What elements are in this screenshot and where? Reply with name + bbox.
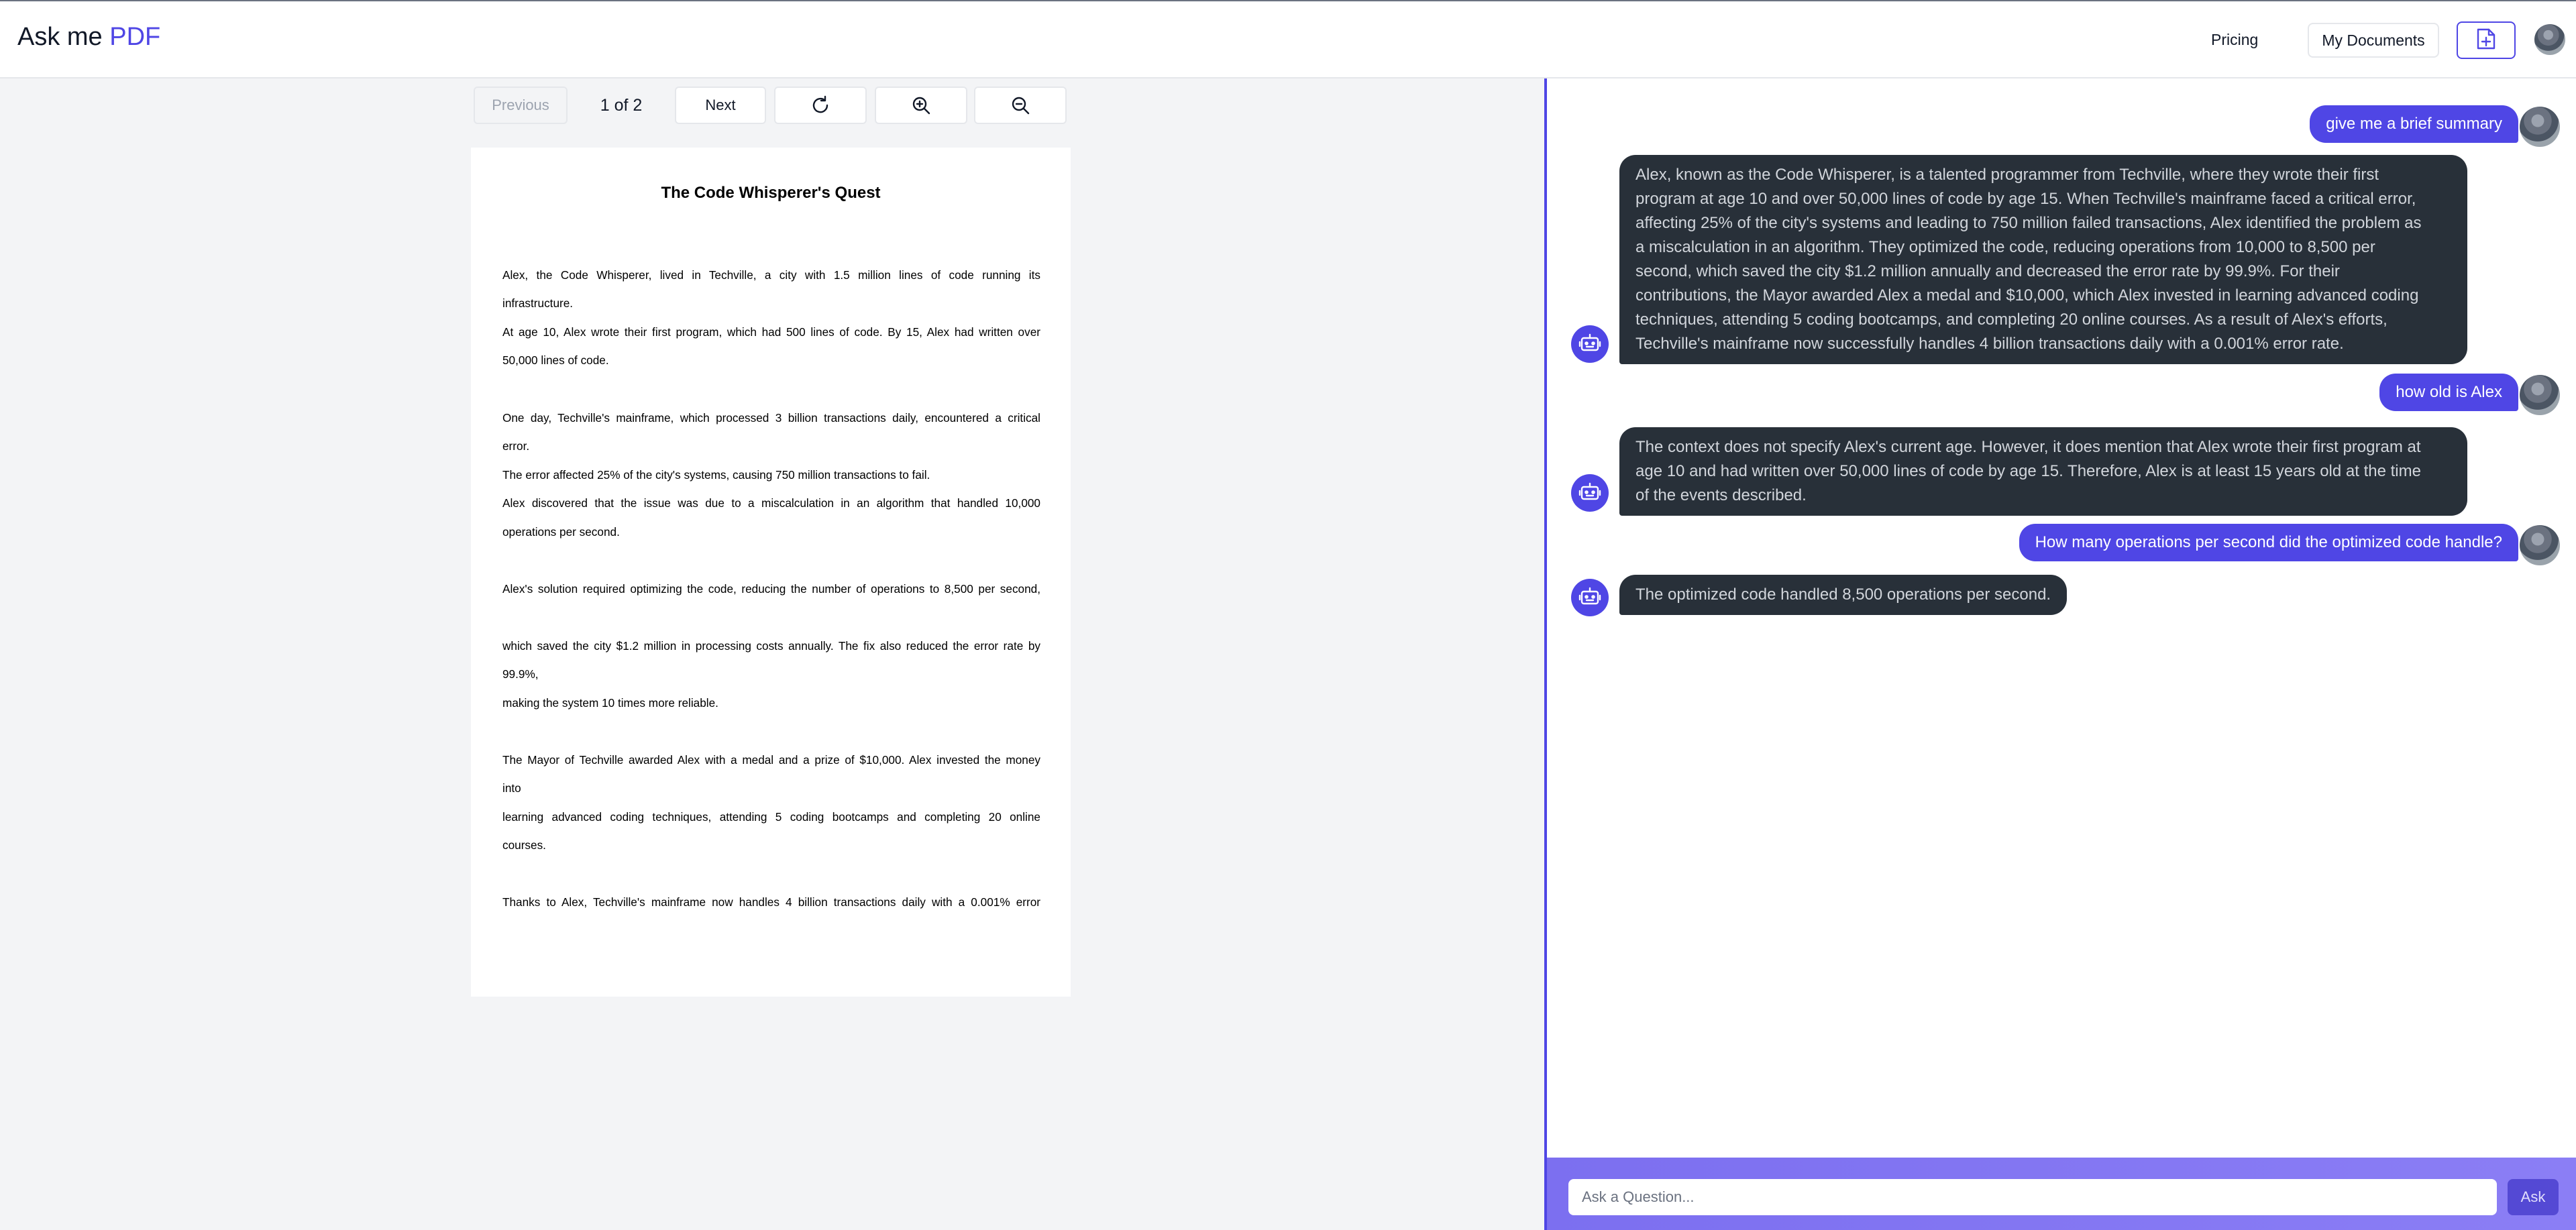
user-message: give me a brief summary xyxy=(2310,105,2518,143)
pdf-text-line: Thanks to Alex, Techville's mainframe no… xyxy=(502,895,1040,909)
bot-avatar xyxy=(1571,579,1609,616)
pdf-text-line: At age 10, Alex wrote their first progra… xyxy=(502,325,1040,339)
bot-message-line: techniques, attending 5 coding bootcamps… xyxy=(1635,311,2387,329)
bot-message-line: of the events described. xyxy=(1635,486,1807,504)
next-page-button[interactable]: Next xyxy=(675,87,766,124)
bot-avatar xyxy=(1571,325,1609,363)
upload-file-icon xyxy=(2476,27,2496,54)
robot-icon xyxy=(1578,333,1601,356)
pdf-text-line: The error affected 25% of the city's sys… xyxy=(502,468,930,482)
brand-prefix: Ask me xyxy=(17,23,103,51)
chat-input-bar: Ask xyxy=(1547,1158,2576,1230)
user-avatar[interactable] xyxy=(2534,24,2565,55)
bot-message-line: contributions, the Mayor awarded Alex a … xyxy=(1635,286,2419,304)
bot-avatar xyxy=(1571,474,1609,512)
user-avatar xyxy=(2520,107,2560,147)
app-logo[interactable]: Ask me PDF xyxy=(17,23,160,52)
pdf-text-line: One day, Techville's mainframe, which pr… xyxy=(502,411,1040,425)
zoom-out-button[interactable] xyxy=(974,87,1067,124)
bot-message: The context does not specify Alex's curr… xyxy=(1619,427,2467,516)
robot-icon xyxy=(1578,586,1601,610)
bot-message: The optimized code handled 8,500 operati… xyxy=(1619,575,2068,615)
brand-accent: PDF xyxy=(109,23,161,51)
pdf-text-line: into xyxy=(502,781,521,795)
page-indicator: 1 of 2 xyxy=(600,96,643,115)
bot-message: Alex, known as the Code Whisperer, is a … xyxy=(1619,155,2467,364)
pdf-title: The Code Whisperer's Quest xyxy=(661,184,881,202)
bot-message-line: Techville's mainframe now successfully h… xyxy=(1635,335,2344,353)
bot-message-line: second, which saved the city $1.2 millio… xyxy=(1635,262,2340,280)
question-input[interactable] xyxy=(1568,1179,2497,1215)
my-documents-button[interactable]: My Documents xyxy=(2308,23,2439,58)
pdf-text-line: Alex discovered that the issue was due t… xyxy=(502,496,1040,510)
pdf-text-line: 50,000 lines of code. xyxy=(502,353,609,367)
robot-icon xyxy=(1578,482,1601,505)
pdf-text-line: learning advanced coding techniques, att… xyxy=(502,810,1040,824)
bot-message-line: The optimized code handled 8,500 operati… xyxy=(1635,585,2051,604)
pdf-text-line: 99.9%, xyxy=(502,667,539,681)
user-message: How many operations per second did the o… xyxy=(2019,524,2518,561)
top-navbar: Ask me PDF Pricing My Documents xyxy=(0,0,2576,78)
pdf-text-line: Alex, the Code Whisperer, lived in Techv… xyxy=(502,268,1040,282)
pdf-text-line: operations per second. xyxy=(502,525,620,539)
pdf-text-line: The Mayor of Techville awarded Alex with… xyxy=(502,753,1040,767)
bot-message-line: Alex, known as the Code Whisperer, is a … xyxy=(1635,166,2379,184)
pdf-text-line: error. xyxy=(502,439,530,453)
user-avatar xyxy=(2520,375,2560,415)
pdf-text-line: which saved the city $1.2 million in pro… xyxy=(502,639,1040,653)
pdf-viewer-pane: Previous 1 of 2 Next The Code Whisperer'… xyxy=(0,78,1544,1230)
pdf-page: The Code Whisperer's Quest Alex, the Cod… xyxy=(471,148,1071,997)
zoom-in-button[interactable] xyxy=(875,87,967,124)
user-message: how old is Alex xyxy=(2379,374,2518,411)
chat-pane: give me a brief summary Alex, known as t… xyxy=(1544,78,2576,1230)
ask-button[interactable]: Ask xyxy=(2508,1179,2559,1215)
bot-message-line: The context does not specify Alex's curr… xyxy=(1635,438,2421,456)
user-avatar xyxy=(2520,525,2560,565)
pdf-text-line: making the system 10 times more reliable… xyxy=(502,696,718,710)
pricing-link[interactable]: Pricing xyxy=(2211,25,2258,54)
upload-document-button[interactable] xyxy=(2457,21,2516,59)
bot-message-line: a miscalculation in an algorithm. They o… xyxy=(1635,238,2375,256)
bot-message-line: program at age 10 and over 50,000 lines … xyxy=(1635,190,2416,208)
pdf-text-line: courses. xyxy=(502,838,546,852)
zoom-in-icon xyxy=(910,88,932,123)
bot-message-line: affecting 25% of the city's systems and … xyxy=(1635,214,2422,232)
zoom-out-icon xyxy=(1010,88,1031,123)
pdf-text-line: infrastructure. xyxy=(502,296,574,310)
previous-page-button[interactable]: Previous xyxy=(474,87,568,124)
pdf-text-line: Alex's solution required optimizing the … xyxy=(502,582,1040,596)
rotate-button[interactable] xyxy=(774,87,867,124)
bot-message-line: age 10 and had written over 50,000 lines… xyxy=(1635,462,2421,480)
refresh-icon xyxy=(810,88,831,123)
